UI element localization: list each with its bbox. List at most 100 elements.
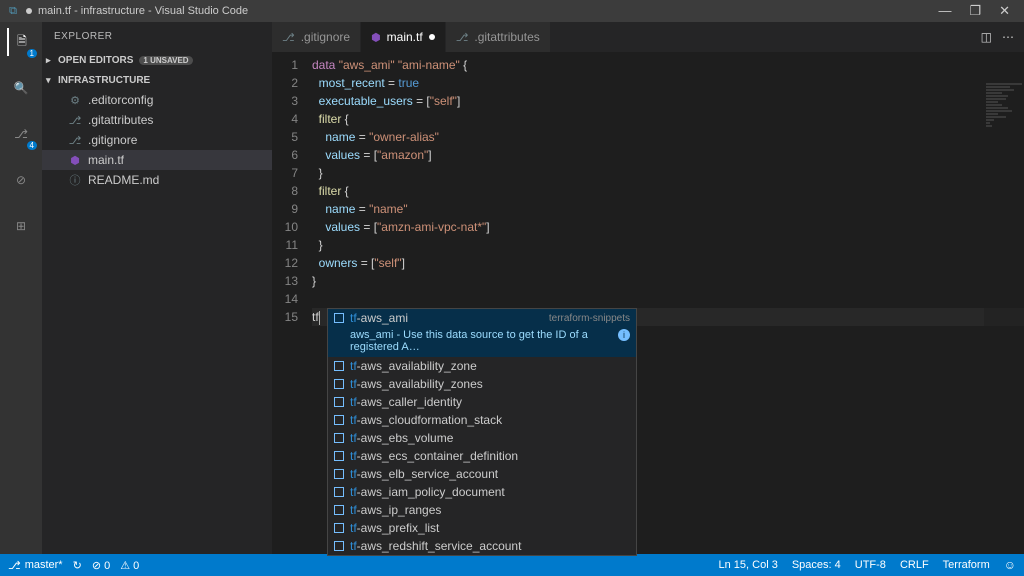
status-warnings[interactable]: ⚠ 0 [120,559,139,572]
status-eol[interactable]: CRLF [900,559,929,571]
file-name: main.tf [88,153,124,167]
suggest-label: tf-aws_ecs_container_definition [350,449,518,463]
activity-bar: 🗎1 🔍 ⎇4 ⊘ ⊞ [0,22,42,554]
info-icon[interactable]: i [618,329,630,341]
file-icon: ⎇ [68,134,82,147]
tab-bar: ⎇ .gitignore ⬢ main.tf ⎇ .gitattributes ◫ ⋯ [272,22,1024,52]
file-item[interactable]: ⓘ README.md [42,170,272,190]
file-item[interactable]: ⬢ main.tf [42,150,272,170]
folder-section[interactable]: ▾ INFRASTRUCTURE [42,70,272,90]
status-encoding[interactable]: UTF-8 [855,559,886,571]
chevron-right-icon: ▸ [46,55,58,66]
file-icon: ⓘ [68,172,82,188]
tab-label: main.tf [387,30,423,44]
tab[interactable]: ⎇ .gitignore [272,22,361,52]
suggest-label: tf-aws_iam_policy_document [350,485,505,499]
suggest-detail: aws_ami - Use this data source to get th… [328,327,636,357]
editor: ⎇ .gitignore ⬢ main.tf ⎇ .gitattributes ◫ ⋯ 1… [272,22,1024,554]
snippet-icon [334,433,344,443]
snippet-icon [334,379,344,389]
code-area[interactable]: 123456789101112131415 data "aws_ami" "am… [272,52,1024,554]
snippet-icon [334,487,344,497]
suggest-item[interactable]: tf-aws_cloudformation_stack [328,411,636,429]
more-actions-icon[interactable]: ⋯ [1002,30,1014,44]
suggest-label: tf-aws_prefix_list [350,521,439,535]
suggest-item[interactable]: tf-aws_ebs_volume [328,429,636,447]
suggest-label: tf-aws_cloudformation_stack [350,413,502,427]
debug-icon[interactable]: ⊘ [7,166,35,194]
split-editor-icon[interactable]: ◫ [981,30,992,44]
file-name: .gitattributes [88,113,153,127]
snippet-icon [334,397,344,407]
suggest-item[interactable]: tf-aws_elb_service_account [328,465,636,483]
minimap[interactable] [984,82,1024,554]
snippet-icon [334,451,344,461]
search-icon[interactable]: 🔍 [7,74,35,102]
tab[interactable]: ⬢ main.tf [361,22,446,52]
suggest-item[interactable]: tf-aws_caller_identity [328,393,636,411]
status-bar: ⎇ master* ↻ ⊘ 0 ⚠ 0 Ln 15, Col 3 Spaces:… [0,554,1024,576]
open-editors-section[interactable]: ▸ OPEN EDITORS 1 UNSAVED [42,50,272,70]
status-sync-icon[interactable]: ↻ [73,559,82,572]
snippet-icon [334,361,344,371]
suggest-item[interactable]: tf-aws_availability_zone [328,357,636,375]
status-language[interactable]: Terraform [943,559,990,571]
status-branch[interactable]: ⎇ master* [8,559,63,572]
suggest-item[interactable]: tf-aws_ecs_container_definition [328,447,636,465]
status-spaces[interactable]: Spaces: 4 [792,559,841,571]
snippet-icon [334,415,344,425]
minimize-icon[interactable]: — [938,3,951,19]
file-name: .editorconfig [88,93,153,107]
suggest-label: tf-aws_availability_zone [350,359,477,373]
suggest-label: tf-aws_caller_identity [350,395,462,409]
snippet-icon [334,541,344,551]
file-item[interactable]: ⎇.gitattributes [42,110,272,130]
line-gutter: 123456789101112131415 [272,52,312,554]
source-control-icon[interactable]: ⎇4 [7,120,35,148]
suggest-item[interactable]: tf-aws_ami terraform-snippets [328,309,636,327]
snippet-icon [334,469,344,479]
suggest-source: terraform-snippets [549,313,630,324]
tab-label: .gitattributes [474,30,539,44]
status-errors[interactable]: ⊘ 0 [92,559,110,572]
feedback-icon[interactable]: ☺ [1004,558,1016,572]
file-icon: ⬢ [68,154,82,167]
suggest-item[interactable]: tf-aws_ip_ranges [328,501,636,519]
tab[interactable]: ⎇ .gitattributes [446,22,551,52]
dirty-dot-icon [429,34,435,40]
suggest-label: tf-aws_ip_ranges [350,503,441,517]
explorer-icon[interactable]: 🗎1 [7,28,35,56]
status-position[interactable]: Ln 15, Col 3 [719,559,778,571]
maximize-icon[interactable]: ❐ [969,3,981,19]
file-icon: ⚙ [68,94,82,107]
tab-file-icon: ⎇ [282,31,295,44]
explorer-header: EXPLORER [42,22,272,50]
window-controls: — ❐ ✕ [938,3,1018,19]
suggest-item[interactable]: tf-aws_prefix_list [328,519,636,537]
suggest-item[interactable]: tf-aws_availability_zones [328,375,636,393]
vscode-logo-icon: ⧉ [6,4,20,18]
sidebar: EXPLORER ▸ OPEN EDITORS 1 UNSAVED ▾ INFR… [42,22,272,554]
file-item[interactable]: ⚙ .editorconfig [42,90,272,110]
file-name: README.md [88,173,159,187]
suggest-label: tf-aws_availability_zones [350,377,483,391]
tab-label: .gitignore [301,30,350,44]
extensions-icon[interactable]: ⊞ [7,212,35,240]
close-icon[interactable]: ✕ [999,3,1010,19]
snippet-icon [334,505,344,515]
tab-file-icon: ⬢ [371,31,381,44]
suggest-label: tf-aws_elb_service_account [350,467,498,481]
suggest-item[interactable]: tf-aws_iam_policy_document [328,483,636,501]
chevron-down-icon: ▾ [46,75,58,86]
window-title: main.tf - infrastructure - Visual Studio… [38,5,248,17]
file-item[interactable]: ⎇.gitignore [42,130,272,150]
suggest-label: tf-aws_ami [350,311,408,325]
suggest-item[interactable]: tf-aws_redshift_service_account [328,537,636,555]
suggest-label: tf-aws_redshift_service_account [350,539,521,553]
editor-actions: ◫ ⋯ [971,22,1024,52]
titlebar: ⧉ main.tf - infrastructure - Visual Stud… [0,0,1024,22]
suggest-label: tf-aws_ebs_volume [350,431,453,445]
dirty-indicator-icon [26,8,32,14]
tab-file-icon: ⎇ [456,31,469,44]
suggest-widget[interactable]: tf-aws_ami terraform-snippets aws_ami - Us… [327,308,637,556]
